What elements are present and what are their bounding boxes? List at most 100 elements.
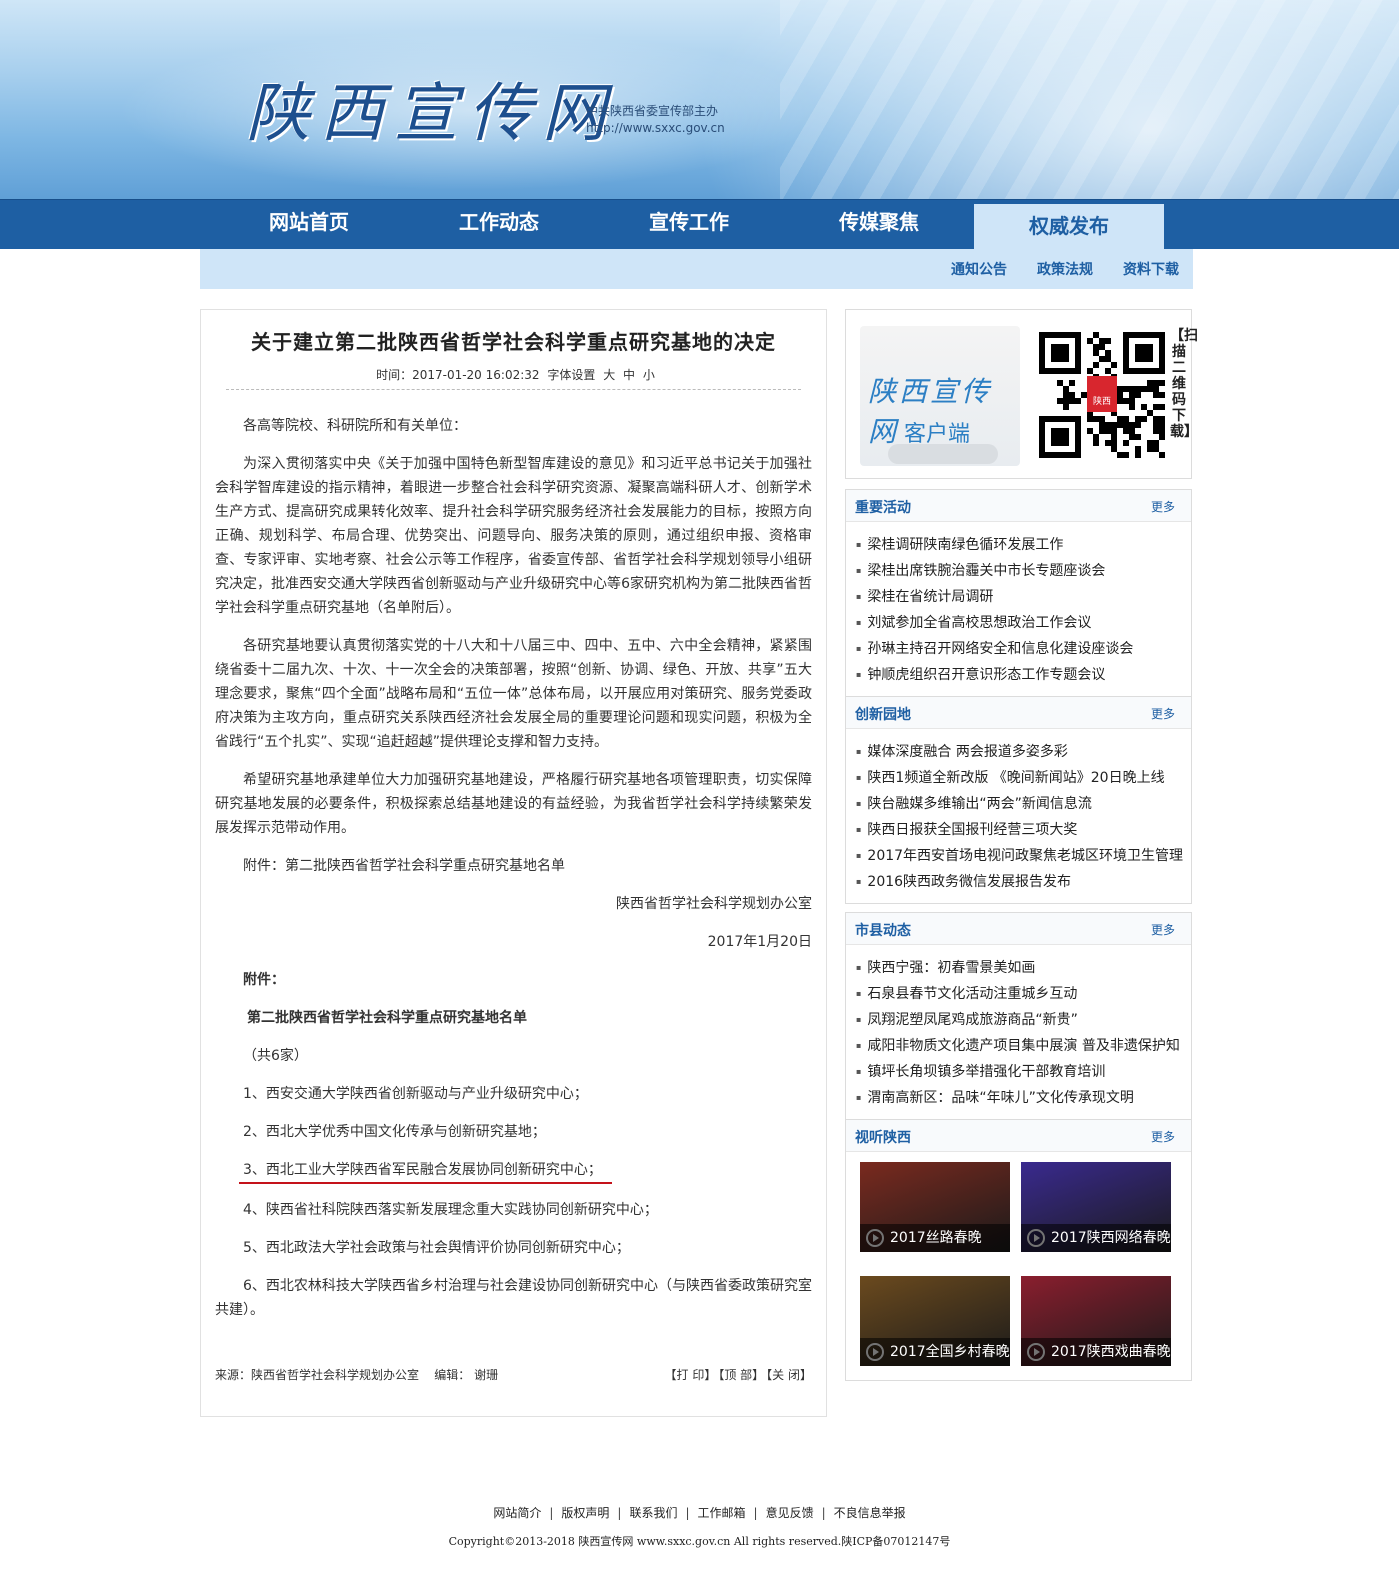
list-item[interactable]: 媒体深度融合 两会报道多姿多彩 xyxy=(856,739,1191,765)
subnav-policies[interactable]: 政策法规 xyxy=(1037,259,1093,279)
panel-title: 视听陕西 xyxy=(855,1130,911,1146)
footer-copyright[interactable]: 版权声明 xyxy=(561,1506,609,1520)
panel-header: 重要活动 更多 xyxy=(846,490,1191,522)
panel-video: 视听陕西 更多 2017丝路春晚 2017陕西网络春晚 2017全国乡村春晚 2… xyxy=(845,1119,1192,1381)
list-item-highlighted: 3、西北工业大学陕西省军民融合发展协同创新研究中心； xyxy=(239,1158,612,1184)
sponsor-text: 中共陕西省委宣传部主办 xyxy=(586,104,719,118)
editor-text: 编辑： 谢珊 xyxy=(434,1368,499,1382)
list-item[interactable]: 陕西日报获全国报刊经营三项大奖 xyxy=(856,817,1191,843)
list-item[interactable]: 咸阳非物质文化遗产项目集中展演 普及非遗保护知 xyxy=(856,1033,1191,1059)
paragraph: 希望研究基地承建单位大力加强研究基地建设，严格履行研究基地各项管理职责，切实保障… xyxy=(215,772,812,836)
video-thumb[interactable]: 2017全国乡村春晚 xyxy=(860,1276,1010,1366)
source-text: 来源：陕西省哲学社会科学规划办公室 xyxy=(215,1368,420,1382)
attachment-label: 附件： xyxy=(243,972,285,988)
panel-title: 重要活动 xyxy=(855,500,911,516)
site-logo[interactable]: 陕西宣传网 xyxy=(246,62,616,154)
list-item[interactable]: 梁桂在省统计局调研 xyxy=(856,584,1191,610)
article-box: 关于建立第二批陕西省哲学社会科学重点研究基地的决定 时间：2017-01-20 … xyxy=(200,309,827,1417)
article-actions: 【打 印】 【顶 部】 【关 闭】 xyxy=(663,1366,812,1383)
list-item[interactable]: 陕西1频道全新改版 《晚间新闻站》20日晚上线 xyxy=(856,765,1191,791)
site-url: http://www.sxxc.gov.cn xyxy=(586,121,725,135)
font-size-large[interactable]: 大 xyxy=(603,368,615,382)
list-item[interactable]: 钟顺虎组织召开意识形态工作专题会议 xyxy=(856,662,1191,688)
banner-building xyxy=(780,0,1399,200)
list-item[interactable]: 陕台融媒多维输出“两会”新闻信息流 xyxy=(856,791,1191,817)
list-item: 6、西北农林科技大学陕西省乡村治理与社会建设协同创新研究中心（与陕西省委政策研究… xyxy=(215,1278,812,1318)
list-item[interactable]: 2017年西安首场电视问政聚焦老城区环境卫生管理 xyxy=(856,843,1191,869)
close-link[interactable]: 【关 闭】 xyxy=(766,1368,812,1382)
font-setting-label: 字体设置 xyxy=(547,368,596,382)
list-item: 5、西北政法大学社会政策与社会舆情评价协同创新研究中心； xyxy=(243,1240,630,1256)
sidebar: 陕西宣传网 客户端 陕西 【扫描二维码下载】 重要活动 更多 梁桂调研陕南绿色循… xyxy=(845,309,1198,1381)
list-item[interactable]: 陕西宁强：初春雪景美如画 xyxy=(856,955,1191,981)
panel-header: 视听陕西 更多 xyxy=(846,1120,1191,1152)
list-item[interactable]: 石泉县春节文化活动注重城乡互动 xyxy=(856,981,1191,1007)
footer-contact[interactable]: 联系我们 xyxy=(629,1506,677,1520)
subnav-notices[interactable]: 通知公告 xyxy=(951,259,1007,279)
list-item[interactable]: 凤翔泥塑凤尾鸡成旅游商品“新贵” xyxy=(856,1007,1191,1033)
paragraph: 各高等院校、科研院所和有关单位： xyxy=(243,418,467,434)
site-subtitle: 中共陕西省委宣传部主办 http://www.sxxc.gov.cn xyxy=(586,103,725,137)
top-link[interactable]: 【顶 部】 xyxy=(718,1368,764,1382)
header-banner: 陕西宣传网 中共陕西省委宣传部主办 http://www.sxxc.gov.cn xyxy=(0,0,1399,200)
client-download-box[interactable]: 陕西宣传网 客户端 陕西 【扫描二维码下载】 xyxy=(845,309,1198,479)
qr-caption: 【扫描二维码下载】 xyxy=(1170,328,1198,440)
list-item: 1、西安交通大学陕西省创新驱动与产业升级研究中心； xyxy=(243,1086,588,1102)
footer-links: 网站简介 | 版权声明 | 联系我们 | 工作邮箱 | 意见反馈 | 不良信息举报 xyxy=(493,1506,906,1520)
nav-publicity[interactable]: 宣传工作 xyxy=(594,200,784,250)
sub-nav-links: 通知公告 政策法规 资料下载 xyxy=(951,249,1179,289)
nav-home[interactable]: 网站首页 xyxy=(214,200,404,250)
list-item[interactable]: 梁桂出席铁腕治霾关中市长专题座谈会 xyxy=(856,558,1191,584)
video-caption: 2017全国乡村春晚 xyxy=(860,1338,1010,1366)
footer-email[interactable]: 工作邮箱 xyxy=(698,1506,746,1520)
article-title: 关于建立第二批陕西省哲学社会科学重点研究基地的决定 xyxy=(251,330,776,354)
video-thumb[interactable]: 2017陕西戏曲春晚 xyxy=(1021,1276,1171,1366)
publish-time: 时间：2017-01-20 16:02:32 xyxy=(376,368,540,382)
main-nav-items: 网站首页 工作动态 宣传工作 传媒聚焦 权威发布 xyxy=(214,200,1190,250)
video-thumb[interactable]: 2017丝路春晚 xyxy=(860,1162,1010,1252)
attachment-title: 第二批陕西省哲学社会科学重点研究基地名单 xyxy=(247,1010,527,1026)
sub-nav: 通知公告 政策法规 资料下载 xyxy=(200,249,1193,289)
list-item[interactable]: 孙琳主持召开网络安全和信息化建设座谈会 xyxy=(856,636,1191,662)
panel-header: 创新园地 更多 xyxy=(846,697,1191,729)
list-item[interactable]: 渭南高新区：品味“年味儿”文化传承现文明 xyxy=(856,1085,1191,1111)
footer-report[interactable]: 不良信息举报 xyxy=(834,1506,906,1520)
main-nav: 网站首页 工作动态 宣传工作 传媒聚焦 权威发布 xyxy=(0,199,1399,250)
nav-official-release[interactable]: 权威发布 xyxy=(974,204,1164,250)
more-link[interactable]: 更多 xyxy=(1151,921,1175,938)
nav-work-news[interactable]: 工作动态 xyxy=(404,200,594,250)
paragraph: 附件：第二批陕西省哲学社会科学重点研究基地名单 xyxy=(243,858,565,874)
footer-about[interactable]: 网站简介 xyxy=(493,1506,541,1520)
font-size-medium[interactable]: 中 xyxy=(623,368,635,382)
panel-key-events: 重要活动 更多 梁桂调研陕南绿色循环发展工作 梁桂出席铁腕治霾关中市长专题座谈会… xyxy=(845,489,1192,697)
font-size-small[interactable]: 小 xyxy=(643,368,655,382)
site-footer: 网站简介 | 版权声明 | 联系我们 | 工作邮箱 | 意见反馈 | 不良信息举报 Copyrigh… xyxy=(0,1504,1399,1549)
video-caption: 2017陕西网络春晚 xyxy=(1021,1224,1171,1252)
list-item[interactable]: 2016陕西政务微信发展报告发布 xyxy=(856,869,1191,895)
title-divider xyxy=(226,389,801,390)
signer: 陕西省哲学社会科学规划办公室 xyxy=(616,896,812,912)
panel-title: 市县动态 xyxy=(855,923,911,939)
more-link[interactable]: 更多 xyxy=(1151,1128,1175,1145)
list-item[interactable]: 镇坪长角坝镇多举措强化干部教育培训 xyxy=(856,1059,1191,1085)
video-caption: 2017丝路春晚 xyxy=(860,1224,1010,1252)
news-list: 媒体深度融合 两会报道多姿多彩 陕西1频道全新改版 《晚间新闻站》20日晚上线 … xyxy=(846,729,1191,903)
article-source: 来源：陕西省哲学社会科学规划办公室 编辑： 谢珊 xyxy=(215,1366,498,1383)
subnav-downloads[interactable]: 资料下载 xyxy=(1123,259,1179,279)
list-item[interactable]: 刘斌参加全省高校思想政治工作会议 xyxy=(856,610,1191,636)
video-grid: 2017丝路春晚 2017陕西网络春晚 2017全国乡村春晚 2017陕西戏曲春… xyxy=(846,1152,1191,1380)
list-item[interactable]: 梁桂调研陕南绿色循环发展工作 xyxy=(856,532,1191,558)
list-item: 2、西北大学优秀中国文化传承与创新研究基地； xyxy=(243,1124,546,1140)
nav-media[interactable]: 传媒聚焦 xyxy=(784,200,974,250)
qr-center-badge: 陕西 xyxy=(1087,376,1117,412)
more-link[interactable]: 更多 xyxy=(1151,498,1175,515)
video-caption: 2017陕西戏曲春晚 xyxy=(1021,1338,1171,1366)
footer-feedback[interactable]: 意见反馈 xyxy=(766,1506,814,1520)
paragraph: 为深入贯彻落实中央《关于加强中国特色新型智库建设的意见》和习近平总书记关于加强社… xyxy=(215,456,812,616)
print-link[interactable]: 【打 印】 xyxy=(665,1368,717,1382)
video-thumb[interactable]: 2017陕西网络春晚 xyxy=(1021,1162,1171,1252)
article-meta: 时间：2017-01-20 16:02:32 字体设置 大 中 小 xyxy=(201,366,826,383)
article-body: 各高等院校、科研院所和有关单位： 为深入贯彻落实中央《关于加强中国特色新型智库建… xyxy=(215,414,812,1336)
panel-title: 创新园地 xyxy=(855,707,911,723)
more-link[interactable]: 更多 xyxy=(1151,705,1175,722)
